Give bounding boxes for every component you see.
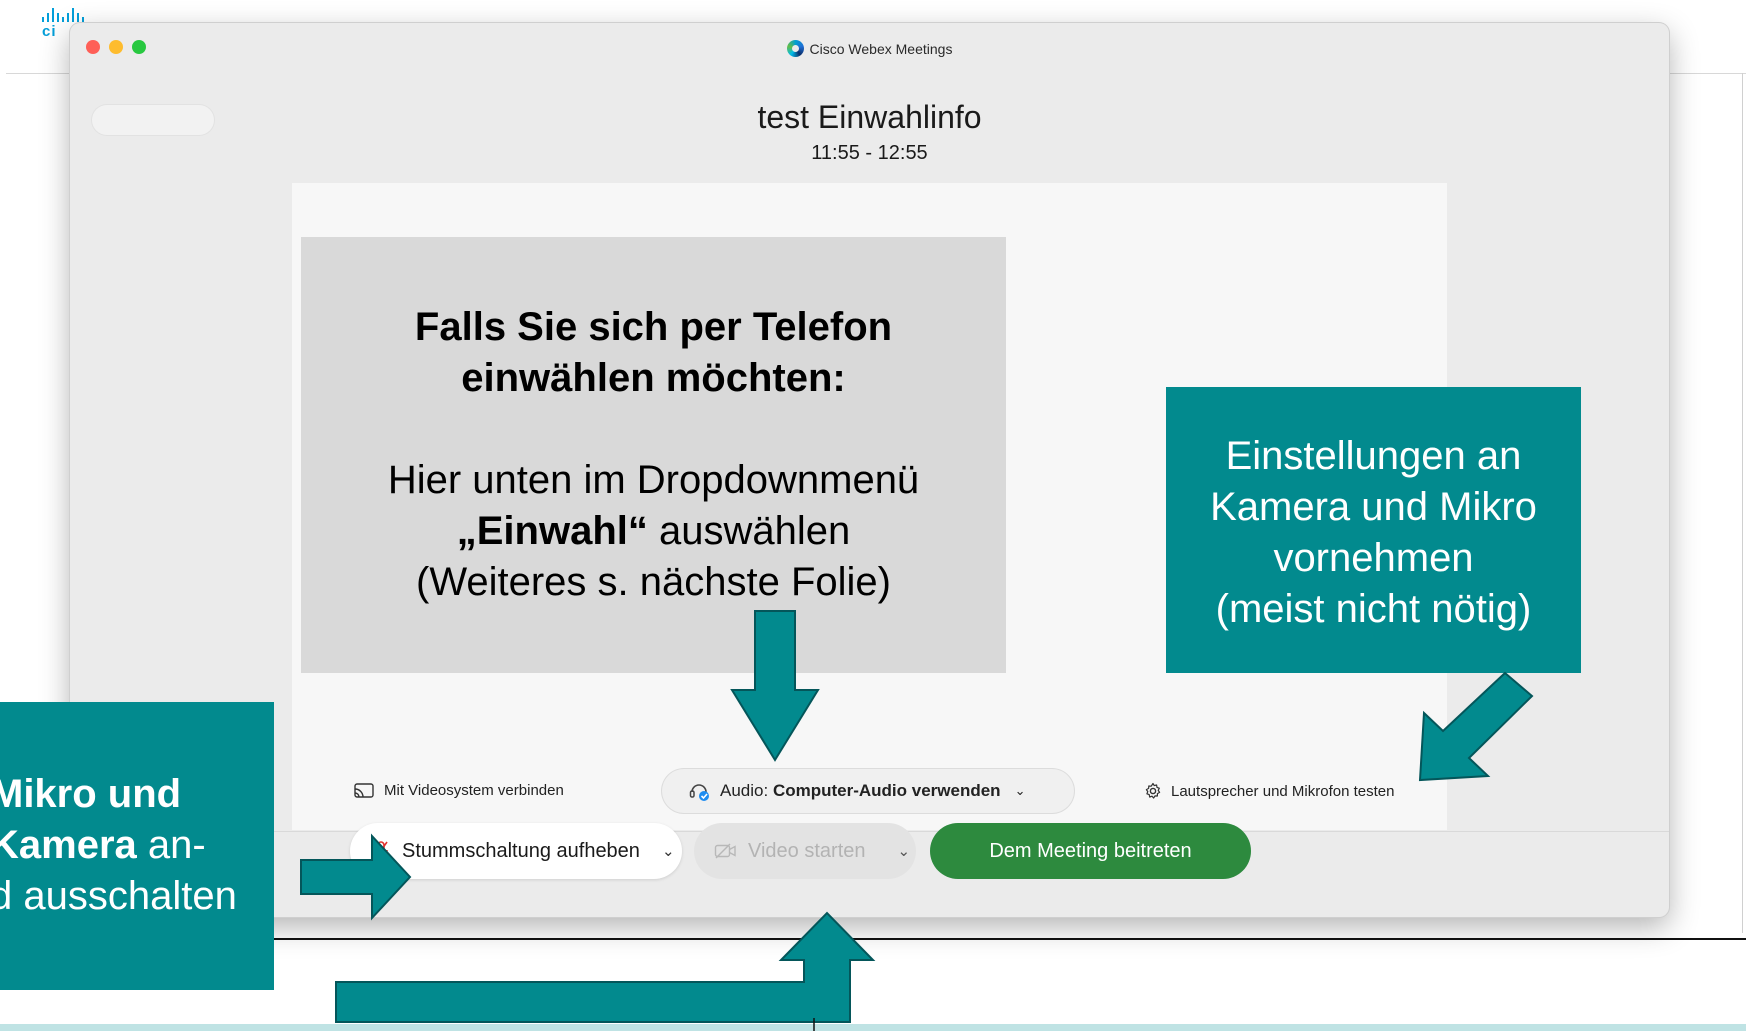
audio-prefix: Audio: bbox=[720, 781, 773, 800]
dial-in-heading-line-1: Falls Sie sich per Telefon bbox=[414, 305, 893, 349]
settings-callout-line-3: vornehmen bbox=[1273, 536, 1474, 580]
start-video-label: Video starten bbox=[748, 839, 866, 862]
mic-camera-line-2: Kamera an- bbox=[0, 820, 237, 871]
unmute-chevron-icon[interactable]: ⌄ bbox=[662, 842, 675, 860]
headset-icon bbox=[689, 784, 709, 801]
dial-in-bold-term: „Einwahl“ bbox=[456, 509, 648, 553]
dial-in-body-line-3: (Weiteres s. nächste Folie) bbox=[416, 560, 891, 604]
slide-right-rule bbox=[1742, 73, 1743, 933]
settings-callout-line-2: Kamera und Mikro bbox=[1210, 485, 1537, 529]
elbow-arrow-to-video bbox=[335, 911, 876, 1023]
settings-callout: Einstellungen an Kamera und Mikro vorneh… bbox=[1166, 387, 1581, 673]
unmute-button[interactable]: Stummschaltung aufheben ⌄ bbox=[350, 823, 682, 879]
test-speaker-mic-button[interactable]: Lautsprecher und Mikrofon testen bbox=[1144, 782, 1394, 800]
cisco-logo-bars bbox=[42, 8, 122, 22]
gear-icon bbox=[1145, 782, 1161, 799]
mic-camera-callout: Mikro und Kamera an- d ausschalten bbox=[0, 702, 274, 990]
mic-camera-bold-2: Kamera bbox=[0, 823, 137, 867]
slide-bottom-rule bbox=[230, 938, 1746, 940]
title-bar: Cisco Webex Meetings bbox=[70, 23, 1669, 71]
mic-camera-line-3: d ausschalten bbox=[0, 874, 237, 918]
app-title: Cisco Webex Meetings bbox=[70, 40, 1669, 57]
app-title-text: Cisco Webex Meetings bbox=[809, 41, 953, 57]
mic-camera-line-2-rest: an- bbox=[136, 823, 206, 867]
connect-video-system-label: Mit Videosystem verbinden bbox=[384, 782, 564, 799]
mic-camera-line-1: Mikro und bbox=[0, 769, 237, 820]
dial-in-callout-heading: Falls Sie sich per Telefon einwählen möc… bbox=[301, 302, 1006, 404]
audio-dropdown[interactable]: Audio: Computer-Audio verwenden ⌄ bbox=[662, 769, 1074, 813]
mic-camera-bold-1: Mikro und bbox=[0, 772, 182, 816]
dial-in-body-line-1: Hier unten im Dropdownmenü bbox=[387, 458, 920, 502]
webex-icon bbox=[786, 40, 804, 57]
dial-in-body-line-2: „Einwahl“ auswählen bbox=[301, 506, 1006, 557]
dial-in-heading-line-2: einwählen möchten: bbox=[461, 356, 846, 400]
video-off-icon bbox=[714, 843, 736, 859]
settings-callout-line-1: Einstellungen an bbox=[1225, 434, 1522, 478]
start-video-button[interactable]: Video starten ⌄ bbox=[694, 823, 916, 879]
mic-camera-callout-text: Mikro und Kamera an- d ausschalten bbox=[0, 769, 237, 922]
dial-in-body-line-2-rest: auswählen bbox=[647, 509, 851, 553]
chevron-down-icon: ⌄ bbox=[1014, 783, 1026, 798]
connect-video-system-button[interactable]: Mit Videosystem verbinden bbox=[354, 782, 564, 799]
meeting-time: 11:55 - 12:55 bbox=[811, 142, 928, 164]
audio-dropdown-label: Audio: Computer-Audio verwenden bbox=[720, 781, 1001, 801]
audio-value: Computer-Audio verwenden bbox=[772, 781, 1001, 800]
unmute-label: Stummschaltung aufheben bbox=[402, 839, 640, 862]
dial-in-callout-body: Hier unten im Dropdownmenü „Einwahl“ aus… bbox=[301, 455, 1006, 608]
test-speaker-mic-label: Lautsprecher und Mikrofon testen bbox=[1171, 782, 1395, 800]
meeting-title: test Einwahlinfo bbox=[757, 99, 982, 135]
video-chevron-icon[interactable]: ⌄ bbox=[898, 842, 911, 860]
cast-icon bbox=[354, 782, 374, 798]
settings-callout-line-4: (meist nicht nötig) bbox=[1215, 587, 1532, 631]
slide-footer-band bbox=[0, 1024, 1746, 1031]
dial-in-callout: Falls Sie sich per Telefon einwählen möc… bbox=[301, 237, 1006, 673]
join-meeting-button[interactable]: Dem Meeting beitreten bbox=[930, 823, 1251, 879]
muted-microphone-icon bbox=[374, 841, 388, 860]
